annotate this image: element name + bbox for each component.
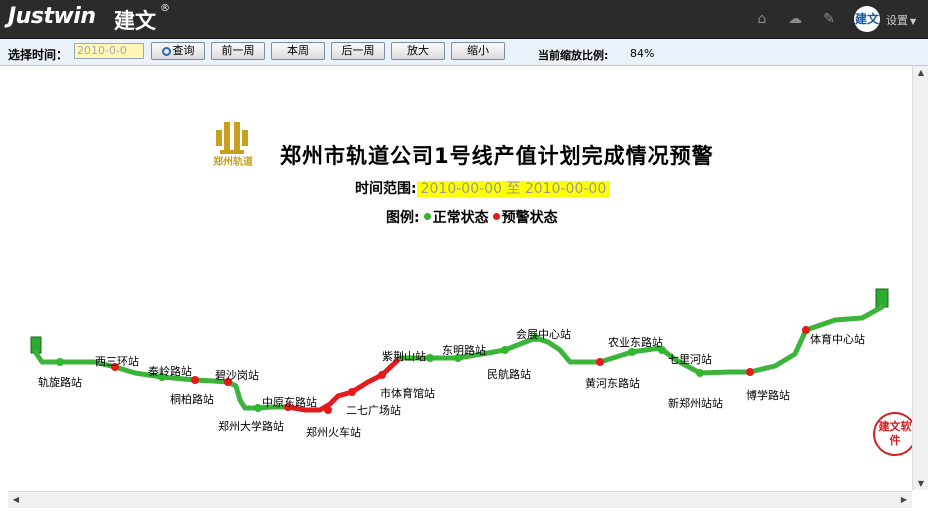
scroll-down-icon[interactable]: ▼: [913, 479, 928, 488]
station-marker[interactable]: [348, 388, 356, 396]
station-label: 黄河东路站: [585, 376, 640, 390]
station-marker[interactable]: [746, 368, 754, 376]
station-marker[interactable]: [426, 354, 434, 362]
end-terminal-flag: [875, 288, 889, 308]
station-marker[interactable]: [56, 358, 64, 366]
station-label: 东明路站: [442, 343, 486, 357]
company-seal: 建文软件: [873, 412, 917, 456]
station-label: 二七广场站: [346, 403, 401, 417]
metro-line-map: 轨旋路站西三环站秦岭路站桐柏路站碧沙岗站郑州大学路站 中原东路站郑州火车站 二七广场…: [30, 288, 889, 439]
station-marker[interactable]: [596, 358, 604, 366]
scroll-right-icon[interactable]: ▶: [896, 495, 912, 504]
station-label: 紫荆山站: [382, 349, 426, 363]
station-label: 市体育馆站: [380, 386, 435, 400]
scroll-up-icon[interactable]: ▲: [913, 68, 928, 77]
station-label: 体育中心站: [810, 332, 865, 346]
station-marker[interactable]: [254, 404, 262, 412]
station-label: 桐柏路站: [170, 392, 214, 406]
station-label: 七里河站: [668, 352, 712, 366]
station-marker[interactable]: [628, 348, 636, 356]
station-layer: 轨旋路站西三环站秦岭路站桐柏路站碧沙岗站郑州大学路站 中原东路站郑州火车站 二七广场…: [38, 326, 865, 439]
station-marker[interactable]: [501, 346, 509, 354]
vertical-scrollbar[interactable]: ▲ ▼: [912, 66, 928, 490]
station-marker[interactable]: [696, 369, 704, 377]
station-label: 新郑州站站: [668, 396, 723, 410]
station-label: 西三环站: [95, 354, 139, 368]
station-label: 博学路站: [746, 388, 790, 402]
station-marker[interactable]: [191, 376, 199, 384]
station-label: 农业东路站: [608, 335, 663, 349]
station-label: 郑州火车站: [306, 425, 361, 439]
station-label: 碧沙岗站: [215, 368, 259, 382]
station-marker[interactable]: [378, 371, 386, 379]
station-label: 中原东路站: [262, 395, 317, 409]
station-marker[interactable]: [658, 346, 666, 354]
station-label: 秦岭路站: [148, 364, 192, 378]
station-label: 轨旋路站: [38, 375, 82, 389]
station-label: 郑州大学路站: [218, 419, 284, 433]
station-label: 民航路站: [487, 367, 531, 381]
station-label: 会展中心站: [516, 327, 571, 341]
scroll-left-icon[interactable]: ◀: [8, 495, 24, 504]
horizontal-scrollbar[interactable]: ◀ ▶: [8, 491, 912, 508]
station-marker[interactable]: [802, 326, 810, 334]
station-marker[interactable]: [324, 406, 332, 414]
